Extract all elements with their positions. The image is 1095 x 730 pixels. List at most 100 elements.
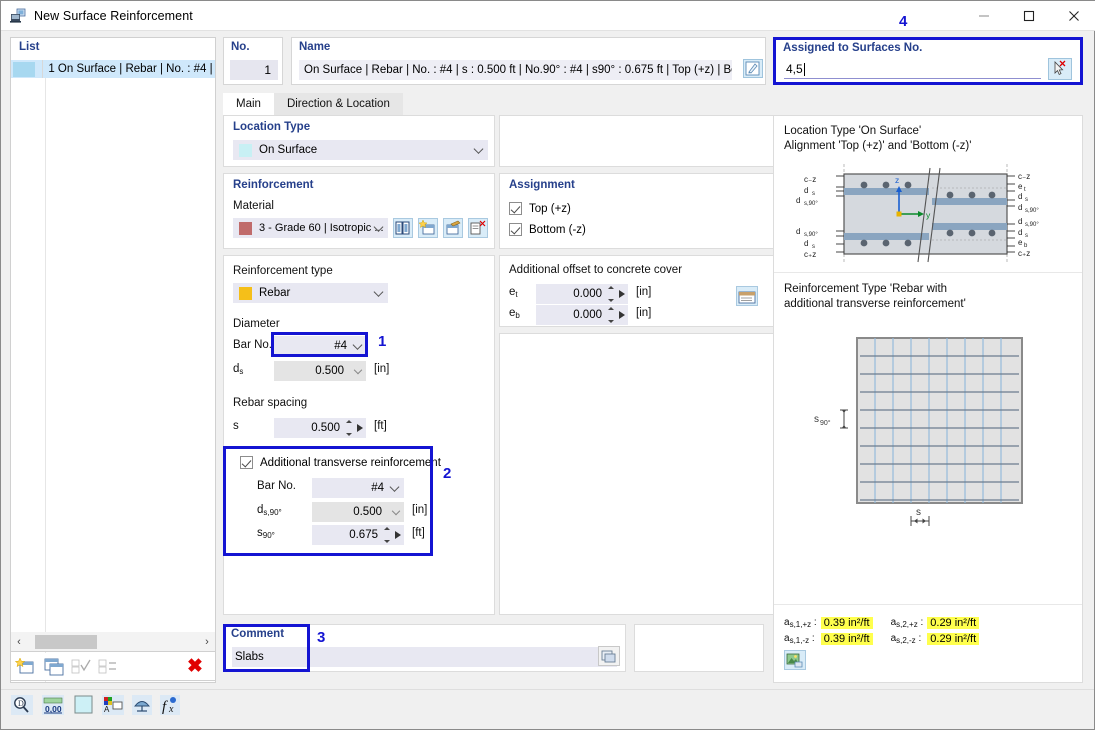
comment-library-button[interactable] xyxy=(598,646,620,666)
ds-value: 0.500 xyxy=(315,365,344,377)
s-unit: [ft] xyxy=(374,420,387,432)
scroll-left-arrow[interactable]: ‹ xyxy=(11,636,27,648)
callout-1: 1 xyxy=(378,333,387,350)
info-divider-2 xyxy=(774,604,1082,605)
material-library-button[interactable] xyxy=(393,218,413,238)
scroll-right-arrow[interactable]: › xyxy=(199,636,215,648)
scroll-track[interactable] xyxy=(27,634,199,649)
name-input[interactable]: On Surface | Rebar | No. : #4 | s : 0.50… xyxy=(299,60,732,80)
assignment-bottom-checkbox[interactable]: Bottom (-z) xyxy=(509,223,586,236)
close-button[interactable] xyxy=(1051,1,1095,31)
assignment-top-checkbox[interactable]: Top (+z) xyxy=(509,202,571,215)
export-image-button[interactable] xyxy=(784,650,806,670)
play-arrow-icon[interactable] xyxy=(619,290,625,298)
tab-bar: Main Direction & Location xyxy=(223,93,783,115)
location-type-panel: Location Type On Surface xyxy=(223,115,495,167)
svg-text:s,90°: s,90° xyxy=(1025,208,1039,214)
chevron-down-icon xyxy=(473,144,484,154)
svg-text:d: d xyxy=(796,196,800,205)
name-group: Name On Surface | Rebar | No. : #4 | s :… xyxy=(291,37,766,85)
svg-text:c₊z: c₊z xyxy=(804,250,816,259)
rebar-spacing-label: Rebar spacing xyxy=(233,397,308,409)
play-arrow-icon[interactable] xyxy=(357,424,363,432)
tab-direction-location[interactable]: Direction & Location xyxy=(273,93,403,115)
svg-text:z: z xyxy=(895,175,899,185)
chevron-down-icon xyxy=(353,365,363,375)
assigned-surfaces-input[interactable]: 4,5 xyxy=(784,60,1041,79)
render-view-button[interactable] xyxy=(131,695,155,717)
s-value: 0.500 xyxy=(311,422,340,434)
zoom-search-button[interactable]: D xyxy=(11,695,35,717)
diameter-label: Diameter xyxy=(233,318,280,330)
svg-text:c₋z: c₋z xyxy=(804,175,816,184)
empty-panel xyxy=(499,333,783,615)
checkbox-icon xyxy=(509,202,522,215)
scroll-thumb[interactable] xyxy=(35,634,97,649)
label-display-button[interactable]: A xyxy=(101,695,125,717)
minimize-button[interactable] xyxy=(961,1,1006,31)
number-input[interactable]: 1 xyxy=(230,60,278,80)
svg-text:90°: 90° xyxy=(820,419,831,427)
list-item[interactable]: 1 On Surface | Rebar | No. : #4 | s : 0.… xyxy=(11,60,215,78)
svg-text:e: e xyxy=(1018,182,1023,191)
svg-text:e: e xyxy=(1018,238,1023,247)
material-combo[interactable]: 3 - Grade 60 | Isotropic ... xyxy=(233,218,388,238)
et-value-field[interactable]: 0.000 xyxy=(536,284,628,304)
s-value-field[interactable]: 0.500 xyxy=(274,418,366,438)
list-column-separator xyxy=(45,78,46,682)
result-label-2: as,2,+z : xyxy=(890,616,924,629)
result-label-4: as,2,-z : xyxy=(890,632,922,645)
function-button[interactable]: f x xyxy=(159,695,183,717)
eb-unit: [in] xyxy=(636,307,652,319)
delete-item-button[interactable]: ✖ xyxy=(183,656,207,678)
numeric-display-button[interactable]: 0,00 xyxy=(41,695,65,717)
title-bar: New Surface Reinforcement xyxy=(1,1,1095,31)
result-value-2: 0.29 in²/ft xyxy=(927,617,980,629)
spinner-icon[interactable] xyxy=(344,420,353,436)
spinner-icon[interactable] xyxy=(606,286,615,302)
list-item-spacer xyxy=(35,60,44,78)
pick-surfaces-button[interactable] xyxy=(1048,58,1072,80)
location-type-swatch xyxy=(239,143,252,157)
eb-value-field[interactable]: 0.000 xyxy=(536,305,628,325)
result-value-4: 0.29 in²/ft xyxy=(927,633,980,645)
svg-text:s: s xyxy=(1025,197,1028,203)
info-line-2: Alignment 'Top (+z)' and 'Bottom (-z)' xyxy=(784,140,972,152)
svg-text:c₊z: c₊z xyxy=(1018,249,1030,258)
list-body[interactable]: 1 On Surface | Rebar | No. : #4 | s : 0.… xyxy=(11,60,215,682)
reinforcement-material-panel: Reinforcement Material 3 - Grade 60 | Is… xyxy=(223,173,495,249)
spinner-icon[interactable] xyxy=(606,307,615,323)
highlight-comment xyxy=(223,624,310,672)
location-type-combo[interactable]: On Surface xyxy=(233,140,488,160)
location-type-value: On Surface xyxy=(259,144,318,156)
new-material-button[interactable] xyxy=(418,218,438,238)
delete-material-button[interactable] xyxy=(468,218,488,238)
reinforcement-type-label: Reinforcement type xyxy=(233,265,333,277)
offset-title: Additional offset to concrete cover xyxy=(509,264,683,276)
play-arrow-icon[interactable] xyxy=(619,311,625,319)
svg-text:d: d xyxy=(804,239,808,248)
color-swatch-button[interactable] xyxy=(73,695,97,717)
results-row: as,1,-z : 0.39 in²/ft as,2,-z : 0.29 in²… xyxy=(784,630,980,646)
assigned-surfaces-value: 4,5 xyxy=(786,62,803,76)
info-line-4: additional transverse reinforcement' xyxy=(784,298,966,310)
duplicate-item-button[interactable] xyxy=(42,656,66,678)
edit-material-button[interactable] xyxy=(443,218,463,238)
tab-main[interactable]: Main xyxy=(223,93,274,115)
reinforcement-type-combo[interactable]: Rebar xyxy=(233,283,388,303)
new-item-button[interactable] xyxy=(14,656,39,678)
reinforcement-details-panel: Reinforcement type Rebar Diameter Bar No… xyxy=(223,255,495,615)
grid-diagram: s 90° s xyxy=(792,324,1064,554)
svg-text:d: d xyxy=(1018,203,1022,212)
eb-label: eb xyxy=(509,307,520,320)
number-group: No. 1 xyxy=(223,37,283,85)
results-table: as,1,+z : 0.39 in²/ft as,2,+z : 0.29 in²… xyxy=(784,614,980,646)
assignment-top-label: Top (+z) xyxy=(529,202,571,215)
svg-text:d: d xyxy=(804,186,808,195)
maximize-button[interactable] xyxy=(1006,1,1051,31)
concrete-cover-settings-button[interactable] xyxy=(736,286,758,306)
result-value-2-cell: 0.29 in²/ft xyxy=(927,614,980,630)
list-horizontal-scrollbar[interactable]: ‹ › xyxy=(10,632,216,652)
list-item-color-swatch xyxy=(13,61,35,77)
name-edit-button[interactable] xyxy=(743,59,763,78)
